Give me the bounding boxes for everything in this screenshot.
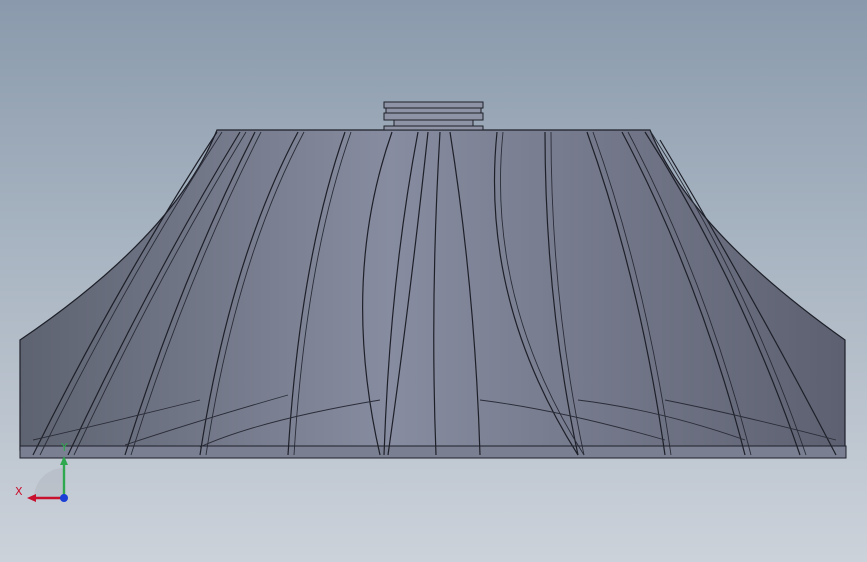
impeller-model[interactable] — [0, 0, 867, 562]
hub-body — [19, 129, 846, 451]
graphics-viewport[interactable]: X Y — [0, 0, 867, 562]
y-axis-arrow — [60, 456, 68, 465]
y-axis-label: Y — [60, 441, 68, 454]
triad-quadrant — [34, 468, 64, 498]
reference-triad: X Y — [15, 441, 68, 502]
x-axis-arrow — [27, 494, 36, 502]
base-plate — [19, 445, 847, 459]
x-axis-label: X — [15, 485, 23, 498]
z-axis-dot — [60, 494, 68, 502]
shaft-nut — [383, 101, 484, 131]
